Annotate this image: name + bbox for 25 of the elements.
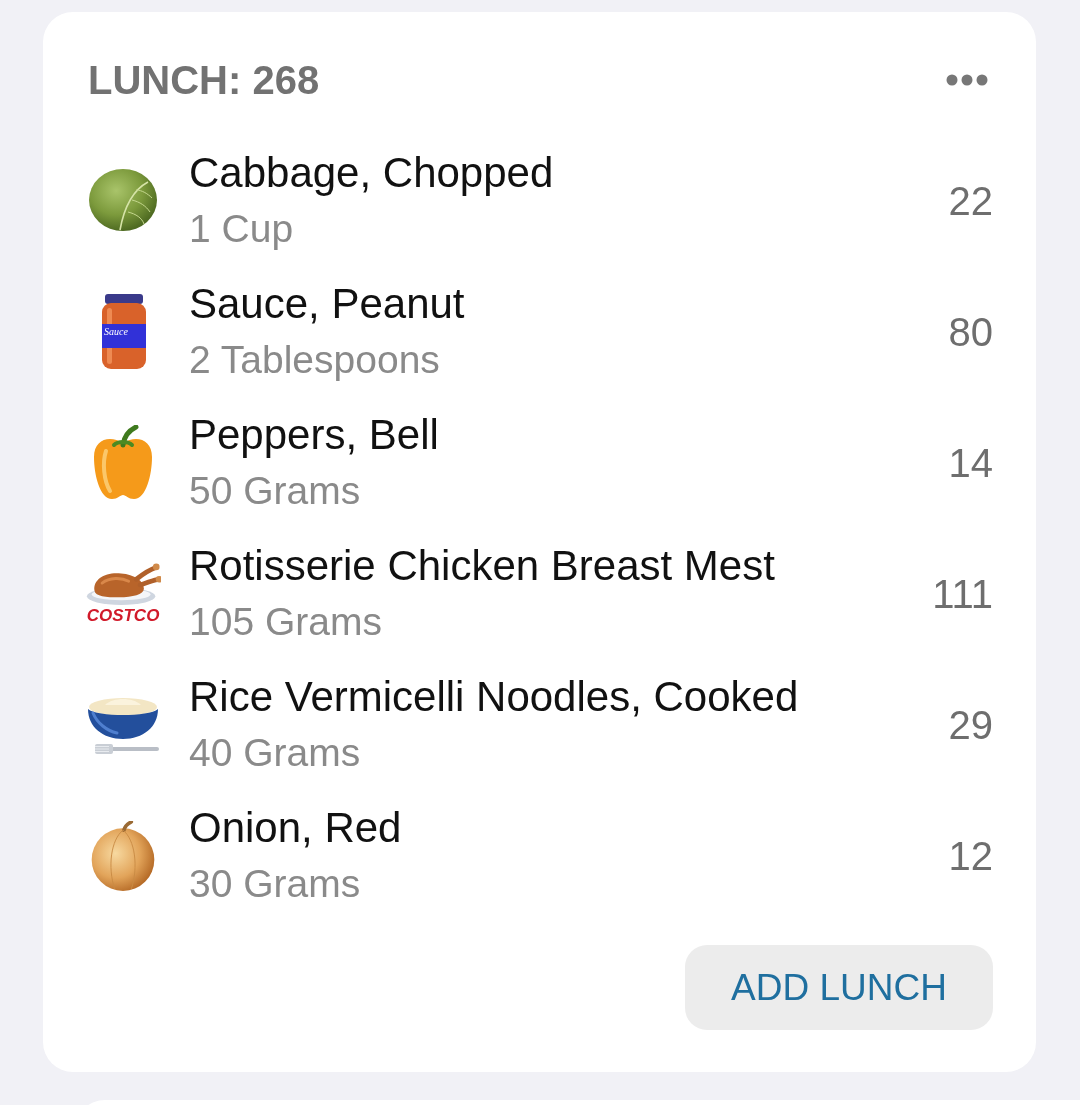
food-name: Sauce, Peanut	[189, 278, 465, 329]
serving-size: 30 Grams	[189, 860, 361, 907]
calorie-count: 14	[947, 439, 993, 487]
sauce-jar-icon	[99, 293, 149, 370]
jar-label-text: Sauce	[104, 325, 128, 338]
food-name: Onion, Red	[189, 802, 402, 853]
calorie-count: 29	[947, 701, 993, 749]
calorie-count: 111	[931, 570, 993, 618]
food-name: Peppers, Bell	[189, 409, 439, 460]
more-options-icon[interactable]	[946, 74, 988, 86]
serving-size: 1 Cup	[189, 205, 294, 252]
store-logo-text: COSTCO	[86, 605, 160, 626]
meal-title: LUNCH: 268	[88, 57, 320, 104]
calorie-count: 22	[947, 177, 993, 225]
food-name: Rice Vermicelli Noodles, Cooked	[189, 671, 799, 722]
calorie-count: 12	[947, 832, 993, 880]
serving-size: 2 Tablespoons	[189, 336, 440, 383]
add-lunch-button[interactable]: ADD LUNCH	[685, 945, 993, 1030]
food-name: Rotisserie Chicken Breast Mest	[189, 540, 775, 591]
food-name: Cabbage, Chopped	[189, 147, 554, 198]
calorie-count: 80	[947, 308, 993, 356]
serving-size: 105 Grams	[189, 598, 382, 645]
serving-size: 50 Grams	[189, 467, 361, 514]
serving-size: 40 Grams	[189, 729, 361, 776]
roast-chicken-icon	[85, 561, 161, 606]
